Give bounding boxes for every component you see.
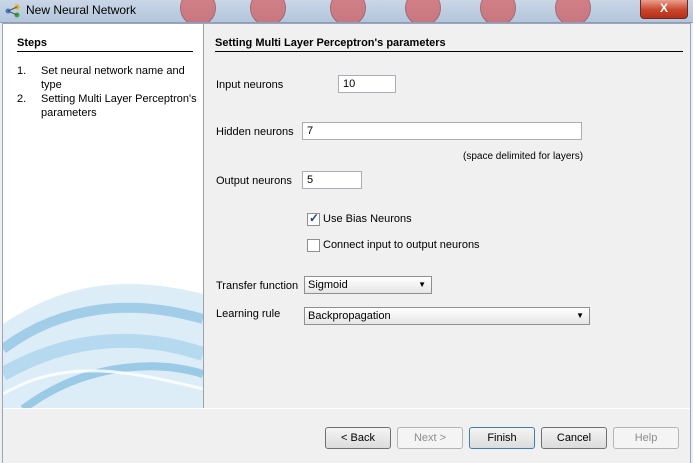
input-neurons-label: Input neurons	[216, 79, 284, 91]
use-bias-label: Use Bias Neurons	[323, 213, 412, 225]
connect-io-label: Connect input to output neurons	[323, 239, 480, 251]
output-neurons-field[interactable]	[302, 171, 362, 189]
steps-panel: Steps 1. Set neural network name and typ…	[3, 24, 204, 408]
dropdown-arrow-icon: ▼	[576, 311, 584, 320]
learning-rule-value: Backpropagation	[308, 310, 391, 322]
learning-rule-label: Learning rule	[216, 308, 281, 320]
cancel-button[interactable]: Cancel	[541, 427, 607, 449]
step-item: 2. Setting Multi Layer Perceptron's para…	[17, 92, 197, 120]
finish-button[interactable]: Finish	[469, 427, 535, 449]
connect-io-checkbox[interactable]	[307, 239, 320, 252]
step-item: 1. Set neural network name and type	[17, 64, 197, 92]
next-button[interactable]: Next >	[397, 427, 463, 449]
use-bias-checkbox[interactable]: ✓	[307, 211, 320, 226]
close-icon: X	[659, 1, 668, 15]
button-bar: < Back Next > Finish Cancel Help	[3, 408, 690, 463]
app-icon	[5, 4, 20, 18]
back-button[interactable]: < Back	[325, 427, 391, 449]
steps-header: Steps	[17, 37, 193, 52]
transfer-function-value: Sigmoid	[308, 279, 348, 291]
dropdown-arrow-icon: ▼	[418, 280, 426, 289]
output-neurons-label: Output neurons	[216, 175, 292, 187]
hidden-neurons-hint: (space delimited for layers)	[463, 151, 584, 162]
title-bar: New Neural Network X	[0, 0, 693, 23]
background-network-art	[160, 0, 640, 22]
window-title: New Neural Network	[26, 3, 137, 17]
learning-rule-select[interactable]: Backpropagation ▼	[304, 307, 590, 325]
step-number: 2.	[17, 93, 27, 105]
page-title: Setting Multi Layer Perceptron's paramet…	[215, 37, 683, 52]
step-number: 1.	[17, 65, 27, 77]
hidden-neurons-label: Hidden neurons	[216, 126, 294, 138]
input-neurons-field[interactable]	[338, 75, 396, 93]
step-label: Set neural network name and type	[41, 65, 185, 91]
transfer-function-select[interactable]: Sigmoid ▼	[304, 276, 432, 294]
wizard-dialog: Steps 1. Set neural network name and typ…	[2, 23, 691, 463]
transfer-function-label: Transfer function	[216, 280, 299, 292]
step-label: Setting Multi Layer Perceptron's paramet…	[41, 93, 197, 119]
close-button[interactable]: X	[640, 0, 688, 19]
hidden-neurons-field[interactable]	[302, 122, 582, 140]
decorative-wave-art	[3, 284, 203, 408]
checkmark-icon: ✓	[309, 211, 320, 225]
help-button[interactable]: Help	[613, 427, 679, 449]
parameters-panel: Setting Multi Layer Perceptron's paramet…	[204, 24, 690, 408]
steps-list: 1. Set neural network name and type 2. S…	[17, 64, 197, 120]
